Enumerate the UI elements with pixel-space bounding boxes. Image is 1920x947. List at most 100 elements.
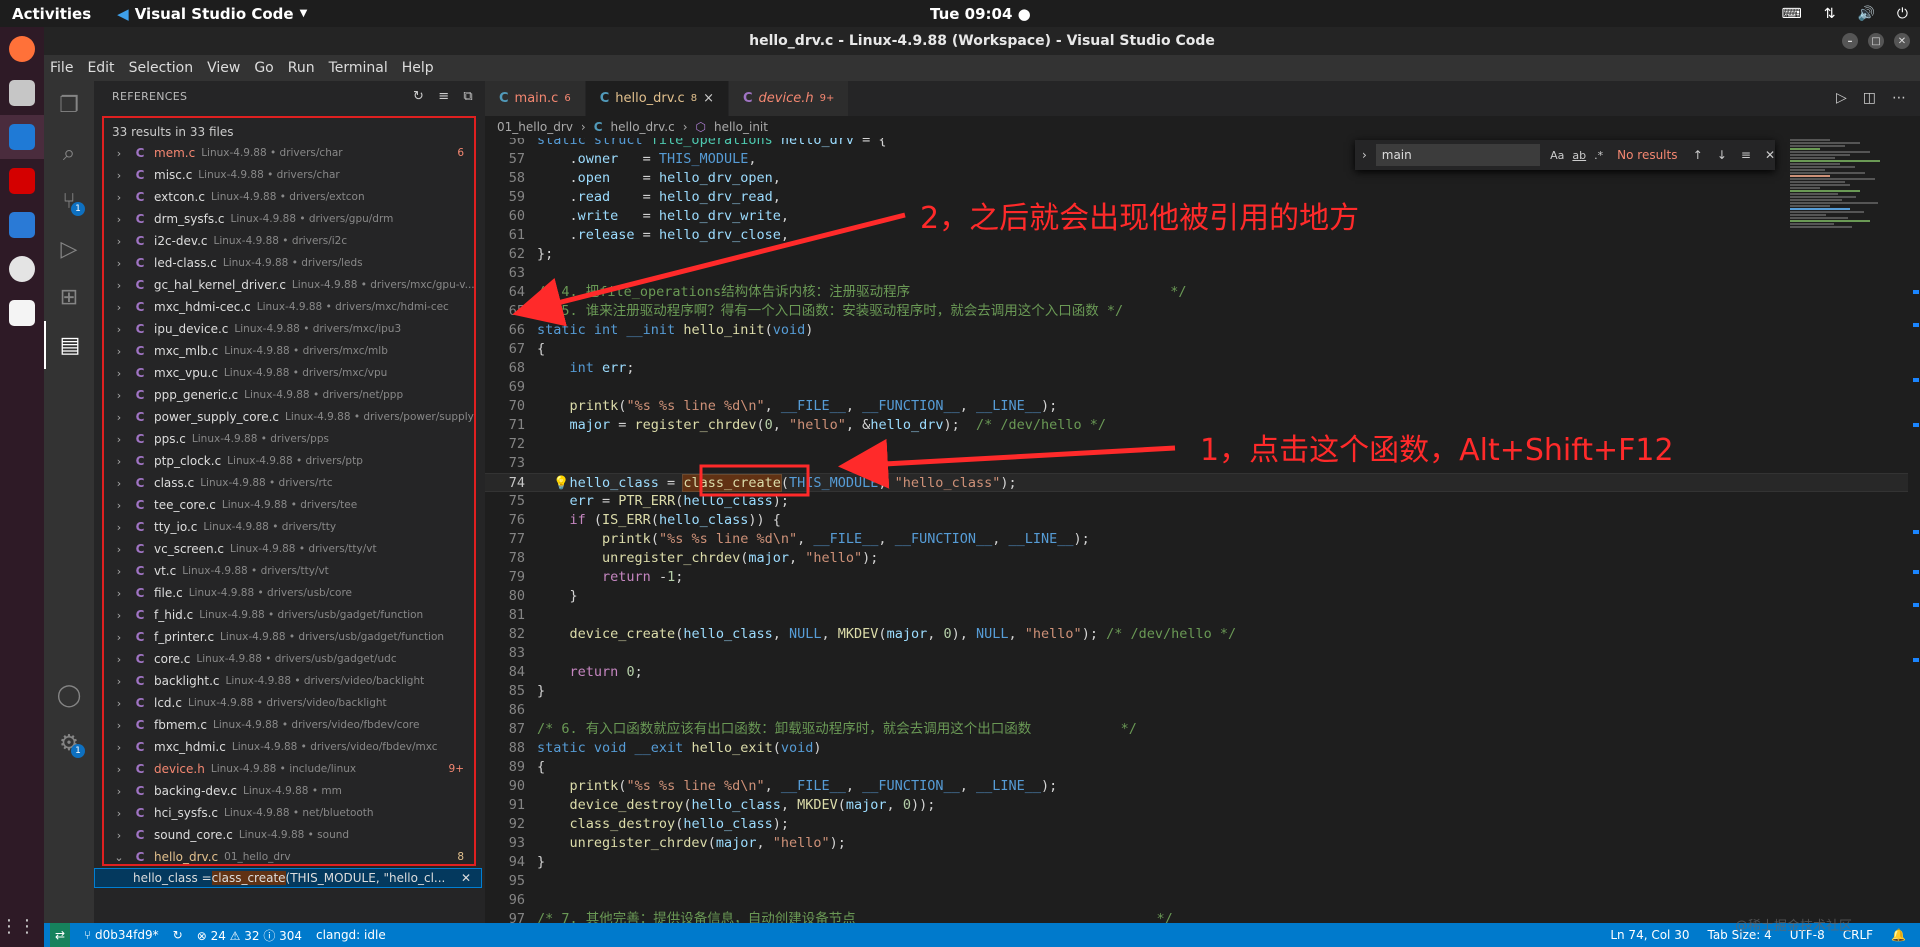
maximize-icon[interactable]: □ (1868, 33, 1884, 49)
chevron-right-icon[interactable]: › (108, 807, 130, 820)
refresh-icon[interactable]: ↻ (413, 89, 424, 104)
reference-file-row[interactable]: › Cbacking-dev.c Linux-4.9.88 • mm (104, 780, 474, 802)
chevron-right-icon[interactable]: › (108, 433, 130, 446)
chevron-right-icon[interactable]: › (108, 763, 130, 776)
reference-file-row[interactable]: › Cmxc_hdmi.c Linux-4.9.88 • drivers/video… (104, 736, 474, 758)
reference-file-row[interactable]: › Cvt.c Linux-4.9.88 • drivers/tty/vt (104, 560, 474, 582)
reference-file-row[interactable]: ⌄ Chello_drv.c 01_hello_drv 8 (104, 846, 474, 868)
clangd-status[interactable]: clangd: idle (316, 928, 386, 942)
chevron-right-icon[interactable]: › (108, 257, 130, 270)
reference-file-row[interactable]: › Cipu_device.c Linux-4.9.88 • drivers/mxc… (104, 318, 474, 340)
account-icon[interactable]: ◯ (44, 671, 94, 719)
whole-word-icon[interactable]: ab (1572, 149, 1586, 162)
problems-status[interactable]: ⊗ 24 ⚠ 32 ⓘ 304 (197, 927, 302, 944)
menu-help[interactable]: Help (402, 60, 434, 76)
chevron-right-icon[interactable]: › (108, 169, 130, 182)
regex-icon[interactable]: .* (1594, 149, 1603, 162)
reference-file-row[interactable]: › Clcd.c Linux-4.9.88 • drivers/video/back… (104, 692, 474, 714)
explorer-icon[interactable]: ❐ (44, 81, 94, 129)
menu-file[interactable]: File (50, 60, 73, 76)
run-icon[interactable]: ▷ (1836, 90, 1847, 106)
minimize-icon[interactable]: – (1842, 33, 1858, 49)
search-icon[interactable]: ⌕ (44, 129, 94, 177)
clock[interactable]: Tue 09:04 ● (930, 5, 1031, 23)
menu-view[interactable]: View (207, 60, 240, 76)
match-case-icon[interactable]: Aa (1550, 149, 1564, 162)
reference-file-row[interactable]: › Ci2c-dev.c Linux-4.9.88 • drivers/i2c (104, 230, 474, 252)
lightbulb-icon[interactable]: 💡 (553, 474, 569, 493)
toggle-replace-icon[interactable]: › (1355, 148, 1374, 162)
reference-file-row[interactable]: › Ctee_core.c Linux-4.9.88 • drivers/tee (104, 494, 474, 516)
chevron-right-icon[interactable]: › (108, 477, 130, 490)
menu-edit[interactable]: Edit (87, 60, 114, 76)
branch-status[interactable]: ⑂ d0b34fd9* (84, 928, 159, 942)
text-editor-icon[interactable] (0, 291, 44, 335)
chevron-right-icon[interactable]: › (108, 631, 130, 644)
find-in-selection-icon[interactable]: ≡ (1741, 148, 1751, 162)
chevron-right-icon[interactable]: › (108, 829, 130, 842)
show-apps-icon[interactable]: ⋮⋮⋮ (0, 916, 54, 937)
sync-icon[interactable]: ↻ (173, 928, 183, 942)
minimap[interactable] (1790, 138, 1908, 438)
keyboard-icon[interactable]: ⌨ (1782, 6, 1802, 22)
system-tray[interactable]: ⌨ ⇅ 🔊 ⏻ (1782, 6, 1908, 22)
close-find-icon[interactable]: ✕ (1765, 148, 1775, 162)
reference-file-row[interactable]: › Csound_core.c Linux-4.9.88 • sound (104, 824, 474, 846)
reference-file-row[interactable]: › Cgc_hal_kernel_driver.c Linux-4.9.88 • d… (104, 274, 474, 296)
reference-file-row[interactable]: › Cptp_clock.c Linux-4.9.88 • drivers/ptp (104, 450, 474, 472)
app-menu[interactable]: ◀ Visual Studio Code ▼ (117, 5, 307, 23)
reference-file-row[interactable]: › Cppp_generic.c Linux-4.9.88 • drivers/ne… (104, 384, 474, 406)
reference-file-row[interactable]: › Cmxc_vpu.c Linux-4.9.88 • drivers/mxc/vp… (104, 362, 474, 384)
menu-terminal[interactable]: Terminal (329, 60, 388, 76)
source-control-icon[interactable]: ⑂ 1 (44, 177, 94, 225)
tab-device-h[interactable]: C device.h 9+ (729, 81, 850, 116)
reference-file-row[interactable]: › Cextcon.c Linux-4.9.88 • drivers/extcon (104, 186, 474, 208)
reference-file-row[interactable]: › Ctty_io.c Linux-4.9.88 • drivers/tty (104, 516, 474, 538)
chevron-right-icon[interactable]: › (108, 279, 130, 292)
reference-file-row[interactable]: › Cbacklight.c Linux-4.9.88 • drivers/vide… (104, 670, 474, 692)
chevron-right-icon[interactable]: › (108, 609, 130, 622)
chevron-right-icon[interactable]: › (108, 565, 130, 578)
chevron-right-icon[interactable]: › (108, 785, 130, 798)
previous-match-icon[interactable]: ↑ (1693, 148, 1703, 162)
selected-reference-row[interactable]: hello_class = class_create (THIS_MODULE, … (94, 868, 482, 888)
menu-selection[interactable]: Selection (129, 60, 194, 76)
menu-run[interactable]: Run (288, 60, 315, 76)
chevron-right-icon[interactable]: › (108, 389, 130, 402)
chevron-right-icon[interactable]: › (108, 345, 130, 358)
volume-icon[interactable]: 🔊 (1857, 6, 1874, 22)
reference-file-row[interactable]: › Cfile.c Linux-4.9.88 • drivers/usb/core (104, 582, 474, 604)
more-actions-icon[interactable]: ⋯ (1892, 90, 1906, 106)
chevron-right-icon[interactable]: › (108, 675, 130, 688)
chevron-right-icon[interactable]: › (108, 455, 130, 468)
reference-file-row[interactable]: › Cpower_supply_core.c Linux-4.9.88 • driv… (104, 406, 474, 428)
split-editor-icon[interactable]: ◫ (1863, 90, 1876, 106)
breadcrumb-symbol[interactable]: hello_init (714, 120, 768, 134)
chevron-right-icon[interactable]: › (108, 653, 130, 666)
references-icon[interactable]: ▤ (44, 321, 94, 369)
vscode-dock-icon[interactable] (0, 115, 44, 159)
chevron-right-icon[interactable]: › (108, 147, 130, 160)
reference-file-row[interactable]: › Cvc_screen.c Linux-4.9.88 • drivers/tty/… (104, 538, 474, 560)
dismiss-reference-icon[interactable]: ✕ (461, 871, 471, 885)
reference-file-row[interactable]: › Cclass.c Linux-4.9.88 • drivers/rtc (104, 472, 474, 494)
class-create-call[interactable]: class_create (682, 474, 782, 492)
chevron-right-icon[interactable]: › (108, 697, 130, 710)
reference-file-row[interactable]: › Cf_hid.c Linux-4.9.88 • drivers/usb/gadg… (104, 604, 474, 626)
help-icon[interactable] (0, 247, 44, 291)
activities-button[interactable]: Activities (12, 5, 91, 23)
menu-go[interactable]: Go (254, 60, 273, 76)
chevron-right-icon[interactable]: › (108, 587, 130, 600)
breadcrumb-file[interactable]: hello_drv.c (611, 120, 675, 134)
tab-hello-drv-c[interactable]: C hello_drv.c 8 × (585, 81, 729, 116)
tab-main-c[interactable]: C main.c 6 (485, 81, 586, 116)
reference-file-row[interactable]: › Cdrm_sysfs.c Linux-4.9.88 • drivers/gpu/… (104, 208, 474, 230)
reference-file-row[interactable]: › Cmisc.c Linux-4.9.88 • drivers/char (104, 164, 474, 186)
firefox-icon[interactable] (0, 27, 44, 71)
chevron-right-icon[interactable]: › (108, 499, 130, 512)
power-icon[interactable]: ⏻ (1897, 6, 1908, 22)
reference-file-row[interactable]: › Cmxc_mlb.c Linux-4.9.88 • drivers/mxc/ml… (104, 340, 474, 362)
editor-scrollbar[interactable] (1908, 138, 1920, 923)
chevron-right-icon[interactable]: › (108, 411, 130, 424)
chevron-right-icon[interactable]: › (108, 235, 130, 248)
